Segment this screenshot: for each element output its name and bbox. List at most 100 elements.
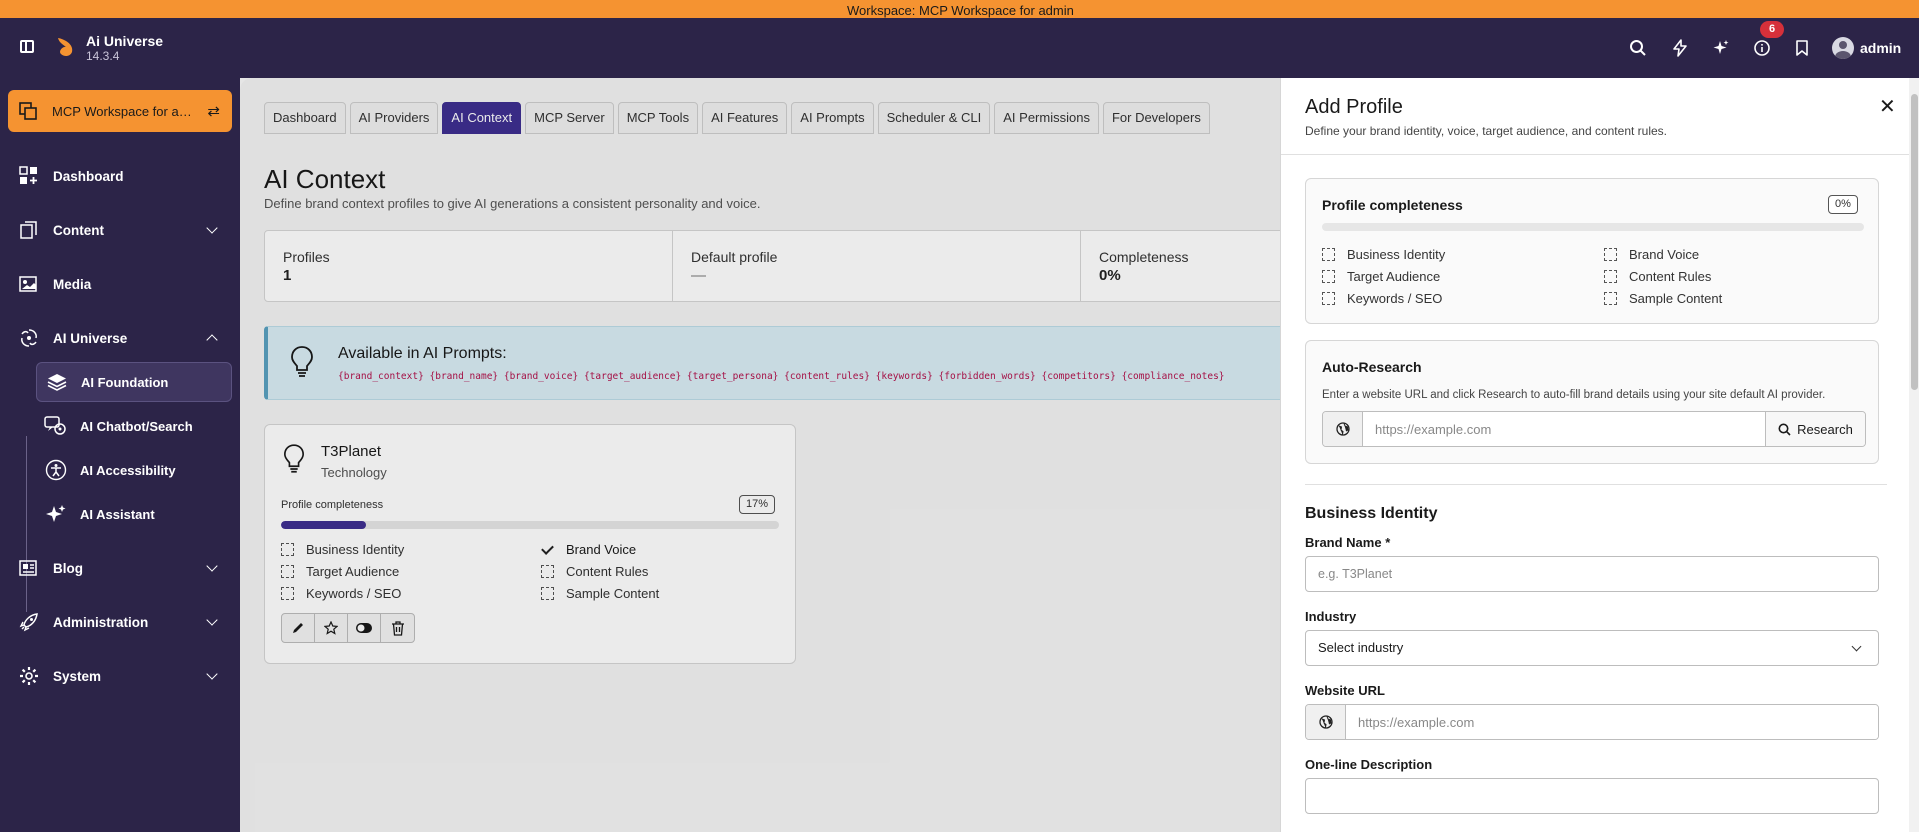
check-keywords-seo: Keywords / SEO <box>1322 291 1442 306</box>
app-name: Ai Universe <box>86 33 164 49</box>
top-bar: Ai Universe 14.3.4 6 admin <box>0 18 1919 78</box>
check-label: Sample Content <box>1629 291 1723 306</box>
close-icon[interactable]: ✕ <box>1879 94 1896 119</box>
sparkle-icon <box>44 503 68 525</box>
website-url-label: Website URL <box>1305 683 1385 698</box>
app-version: 14.3.4 <box>86 49 120 63</box>
chevron-down-icon <box>206 560 218 572</box>
workspace-label: MCP Workspace for admin <box>52 103 192 119</box>
sidebar-item-label: System <box>53 668 102 684</box>
sidebar-item-blog[interactable]: Blog <box>0 548 240 588</box>
layers-icon <box>45 371 69 393</box>
gear-icon <box>18 665 40 687</box>
unchecked-box-icon <box>1322 270 1335 283</box>
research-url-group: Research <box>1322 411 1866 447</box>
globe-icon <box>1323 412 1363 446</box>
drawer-subtitle: Define your brand identity, voice, targe… <box>1305 124 1667 138</box>
section-divider <box>1305 484 1887 485</box>
industry-label: Industry <box>1305 609 1357 624</box>
brand-name-label: Brand Name * <box>1305 535 1391 550</box>
chevron-down-icon <box>206 222 218 234</box>
completeness-title: Profile completeness <box>1322 197 1463 213</box>
notification-badge: 6 <box>1760 21 1784 38</box>
info-icon[interactable] <box>1750 36 1774 60</box>
drawer-title: Add Profile <box>1305 96 1403 118</box>
sidebar-item-system[interactable]: System <box>0 656 240 696</box>
sidebar-item-label: Administration <box>53 614 149 630</box>
check-content-rules: Content Rules <box>1604 269 1711 284</box>
unchecked-box-icon <box>1604 248 1617 261</box>
workspace-selector-button[interactable]: MCP Workspace for admin ⇄ <box>8 90 232 132</box>
modal-backdrop[interactable] <box>240 78 1280 832</box>
sidebar-item-label: Content <box>53 222 104 238</box>
bookmark-icon[interactable] <box>1790 36 1814 60</box>
accessibility-icon <box>44 459 68 481</box>
description-input[interactable] <box>1305 778 1879 814</box>
sidebar-item-label: AI Universe <box>53 330 128 346</box>
unchecked-box-icon <box>1604 292 1617 305</box>
section-heading: Business Identity <box>1305 505 1438 522</box>
user-menu[interactable]: admin <box>1832 36 1901 60</box>
check-label: Content Rules <box>1629 269 1712 284</box>
website-url-group <box>1305 704 1879 740</box>
drawer-scrollbar[interactable] <box>1909 78 1919 832</box>
sidebar-item-dashboard[interactable]: Dashboard <box>0 156 240 196</box>
sidebar-subitem-label: AI Assistant <box>80 506 155 522</box>
sidebar-item-administration[interactable]: Administration <box>0 602 240 642</box>
drawer-header-divider <box>1281 154 1919 155</box>
check-target-audience: Target Audience <box>1322 269 1440 284</box>
search-icon <box>1778 423 1791 436</box>
chevron-down-icon <box>1851 641 1862 652</box>
avatar <box>1832 37 1854 59</box>
completeness-badge: 0% <box>1828 195 1858 214</box>
sidebar-item-ai-chatbot[interactable]: AI Chatbot/Search <box>36 406 232 446</box>
description-label: One-line Description <box>1305 757 1433 772</box>
app-logo-icon[interactable] <box>54 35 78 59</box>
sparkle-icon[interactable] <box>1709 36 1733 60</box>
check-business-identity: Business Identity <box>1322 247 1445 262</box>
website-url-input[interactable] <box>1346 705 1878 739</box>
switch-icon: ⇄ <box>207 103 220 120</box>
research-button-label: Research <box>1797 421 1853 437</box>
bolt-icon[interactable] <box>1668 36 1692 60</box>
industry-select[interactable]: Select industry <box>1305 630 1879 666</box>
sidebar-item-ai-foundation[interactable]: AI Foundation <box>36 362 232 402</box>
sidebar-item-ai-assistant[interactable]: AI Assistant <box>36 494 232 534</box>
user-name: admin <box>1860 40 1902 56</box>
sidebar-subitem-label: AI Chatbot/Search <box>80 418 193 434</box>
sidebar-item-label: Dashboard <box>53 168 124 184</box>
sidebar-item-ai-accessibility[interactable]: AI Accessibility <box>36 450 232 490</box>
chevron-down-icon <box>206 614 218 626</box>
auto-research-panel: Auto-Research Enter a website URL and cl… <box>1305 340 1879 464</box>
search-icon[interactable] <box>1626 36 1650 60</box>
auto-research-description: Enter a website URL and click Research t… <box>1322 389 1826 401</box>
chatbot-icon <box>44 415 68 437</box>
unchecked-box-icon <box>1604 270 1617 283</box>
check-sample-content: Sample Content <box>1604 291 1722 306</box>
unchecked-box-icon <box>1322 248 1335 261</box>
check-label: Business Identity <box>1347 247 1446 262</box>
sidebar-item-label: Blog <box>53 560 83 576</box>
sidebar-item-media[interactable]: Media <box>0 264 240 304</box>
workspace-icon <box>19 102 37 120</box>
rocket-icon <box>18 611 40 633</box>
sidebar: MCP Workspace for admin ⇄ Dashboard Cont… <box>0 78 240 832</box>
workspace-strip: Workspace: MCP Workspace for admin <box>0 0 1919 21</box>
globe-icon <box>1306 705 1346 739</box>
research-button[interactable]: Research <box>1765 412 1865 446</box>
scrollbar-thumb[interactable] <box>1911 94 1918 390</box>
check-label: Brand Voice <box>1629 247 1700 262</box>
check-label: Keywords / SEO <box>1347 291 1443 306</box>
unchecked-box-icon <box>1322 292 1335 305</box>
completeness-bar <box>1322 223 1864 231</box>
auto-research-title: Auto-Research <box>1322 359 1422 375</box>
sidebar-subitem-label: AI Accessibility <box>80 462 176 478</box>
sidebar-item-content[interactable]: Content <box>0 210 240 250</box>
sidebar-toggle-icon[interactable] <box>20 40 34 53</box>
dashboard-icon <box>18 165 40 187</box>
industry-select-value: Select industry <box>1318 640 1404 655</box>
blog-icon <box>18 557 40 579</box>
research-url-input[interactable] <box>1363 412 1765 446</box>
brand-name-input[interactable] <box>1305 556 1879 592</box>
sidebar-item-ai-universe[interactable]: AI Universe <box>0 318 240 358</box>
